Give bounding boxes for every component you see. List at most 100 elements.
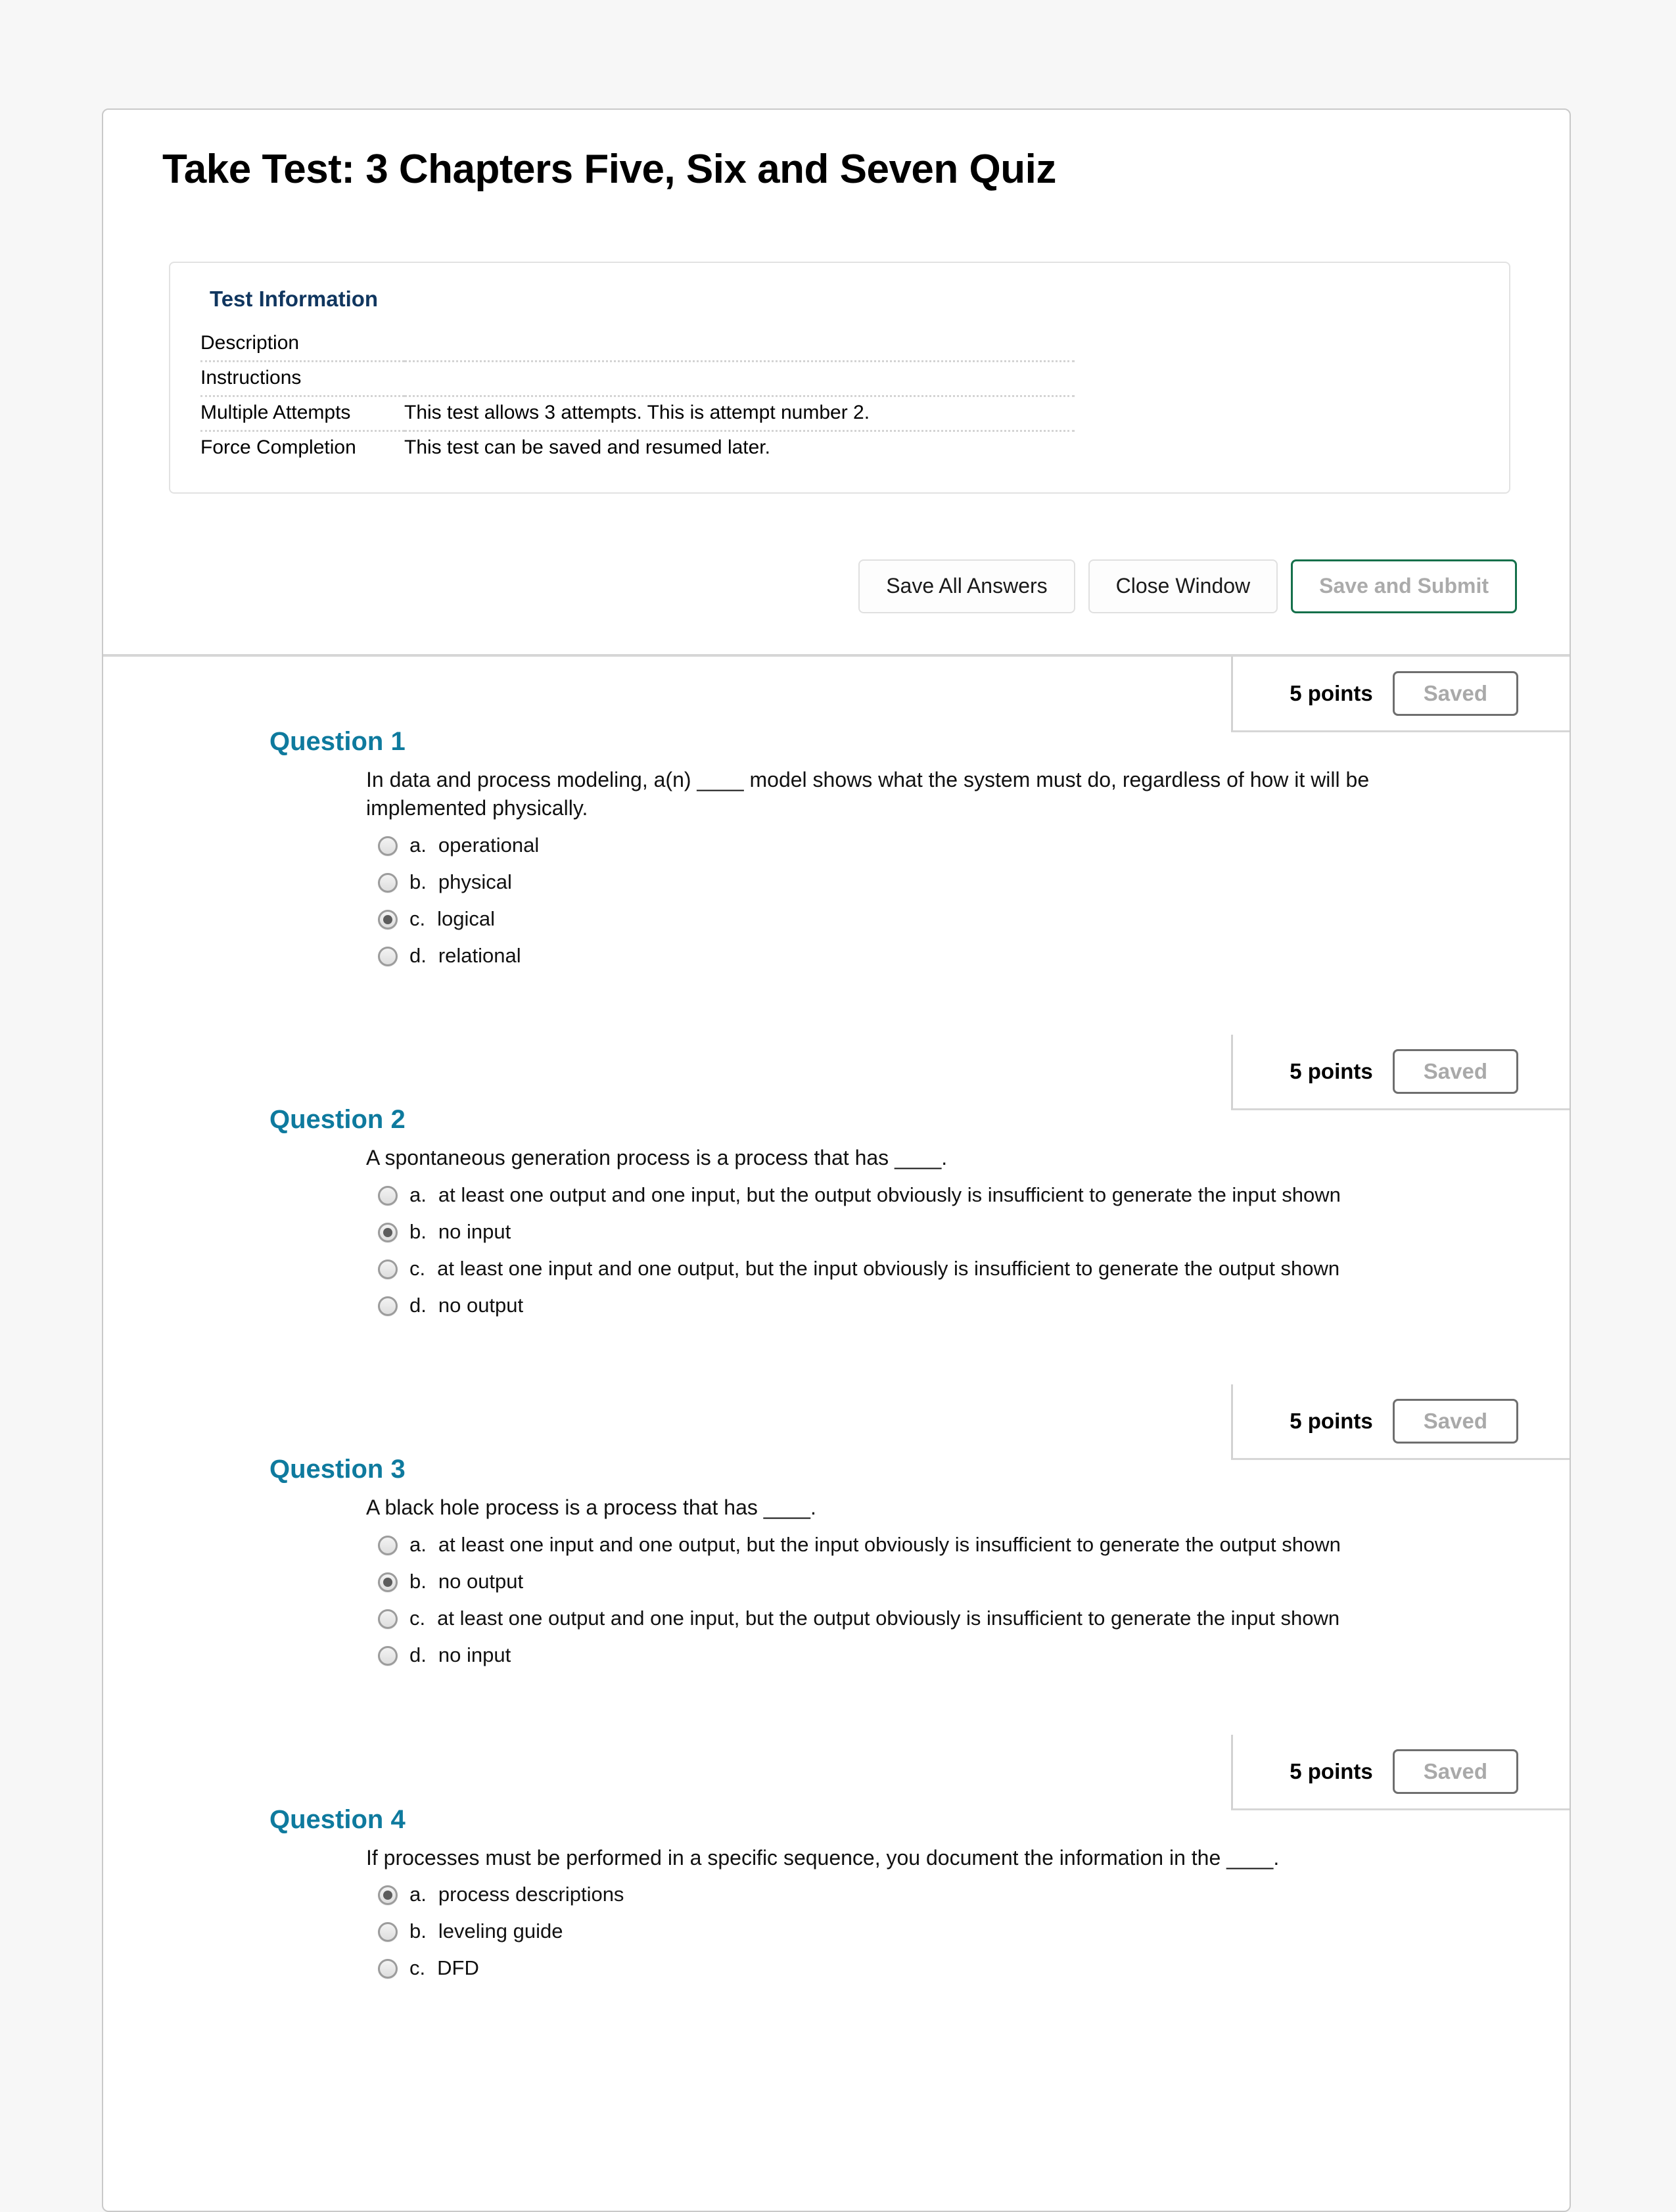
question-option[interactable]: b. physical xyxy=(366,864,1491,901)
radio-unselected-icon[interactable] xyxy=(378,947,398,967)
option-text: no output xyxy=(438,1294,524,1317)
radio-selected-icon[interactable] xyxy=(378,1222,398,1242)
option-letter: c. xyxy=(409,1956,426,1980)
test-information-row: Description xyxy=(200,327,1075,362)
question-block: 5 points Saved Question 4 If processes must… xyxy=(103,1734,1570,2013)
option-letter: d. xyxy=(409,1294,427,1317)
question-option[interactable]: b. leveling guide xyxy=(366,1913,1491,1950)
question-text: A black hole process is a process that h… xyxy=(366,1495,816,1520)
question-option[interactable]: a. at least one input and one output, but… xyxy=(366,1526,1491,1563)
option-letter: b. xyxy=(409,870,427,893)
option-text: at least one output and one input, but t… xyxy=(438,1183,1341,1206)
option-text: at least one input and one output, but t… xyxy=(437,1257,1340,1281)
question-option[interactable]: c. at least one input and one output, but… xyxy=(366,1250,1491,1287)
question-option[interactable]: c. at least one output and one input, but… xyxy=(366,1600,1491,1637)
test-page-card: Take Test: 3 Chapters Five, Six and Seve… xyxy=(102,108,1571,2212)
radio-unselected-icon[interactable] xyxy=(378,872,398,893)
radio-unselected-icon[interactable] xyxy=(378,1296,398,1317)
question-points-panel: 5 points Saved xyxy=(1231,1035,1570,1111)
question-points-bar: 5 points Saved xyxy=(103,1035,1570,1111)
question-option[interactable]: d. relational xyxy=(366,937,1491,974)
test-information-value xyxy=(404,361,1075,397)
question-points-label: 5 points xyxy=(1290,1409,1373,1434)
option-text: leveling guide xyxy=(438,1919,563,1943)
radio-unselected-icon[interactable] xyxy=(378,1259,398,1280)
radio-selected-icon[interactable] xyxy=(378,1885,398,1906)
question-body: Question 2 A spontaneous generation proce… xyxy=(103,1101,1570,1384)
question-options: a. at least one output and one input, but… xyxy=(103,1177,1570,1325)
option-text: operational xyxy=(438,833,540,857)
question-points-label: 5 points xyxy=(1290,1059,1373,1084)
question-spacer xyxy=(103,1674,1570,1735)
test-action-buttons: Save All Answers Close Window Save and S… xyxy=(103,494,1570,654)
test-information-table: Description Instructions Multiple Attempts… xyxy=(200,327,1075,465)
test-information-row: Force Completion This test can be saved a… xyxy=(200,431,1075,465)
question-option[interactable]: d. no output xyxy=(366,1287,1491,1324)
radio-unselected-icon[interactable] xyxy=(378,1646,398,1666)
question-block: 5 points Saved Question 1 In data and proce… xyxy=(103,656,1570,1035)
test-information-row: Multiple Attempts This test allows 3 atte… xyxy=(200,396,1075,432)
close-window-button[interactable]: Close Window xyxy=(1088,559,1278,613)
option-letter: b. xyxy=(409,1570,427,1593)
option-text: at least one output and one input, but t… xyxy=(437,1607,1340,1630)
question-saved-badge[interactable]: Saved xyxy=(1392,1049,1518,1094)
questions-list: 5 points Saved Question 1 In data and proce… xyxy=(103,656,1570,2013)
test-information-heading: Test Information xyxy=(210,287,379,311)
option-letter: a. xyxy=(409,833,427,857)
question-saved-badge[interactable]: Saved xyxy=(1392,1749,1518,1794)
question-option[interactable]: c. logical xyxy=(366,901,1491,937)
radio-unselected-icon[interactable] xyxy=(378,1922,398,1942)
question-option[interactable]: d. no input xyxy=(366,1637,1491,1674)
question-points-panel: 5 points Saved xyxy=(1231,1384,1570,1461)
test-information-label: Force Completion xyxy=(200,436,356,458)
question-heading: Question 1 xyxy=(269,726,406,756)
radio-unselected-icon[interactable] xyxy=(378,1535,398,1555)
option-letter: d. xyxy=(409,1643,427,1667)
option-letter: b. xyxy=(409,1919,427,1943)
save-and-submit-button[interactable]: Save and Submit xyxy=(1291,559,1517,613)
question-heading: Question 3 xyxy=(269,1455,406,1484)
radio-unselected-icon[interactable] xyxy=(378,1185,398,1206)
question-body: Question 3 A black hole process is a proc… xyxy=(103,1451,1570,1734)
option-text: logical xyxy=(437,906,496,930)
test-information-label: Description xyxy=(200,327,404,362)
question-heading: Question 2 xyxy=(269,1105,406,1135)
page-title: Take Test: 3 Chapters Five, Six and Seve… xyxy=(162,147,1056,192)
radio-selected-icon[interactable] xyxy=(378,1572,398,1593)
radio-unselected-icon[interactable] xyxy=(378,1959,398,1979)
question-points-bar: 5 points Saved xyxy=(103,656,1570,732)
question-options: a. at least one input and one output, but… xyxy=(103,1526,1570,1674)
question-spacer xyxy=(103,1987,1570,2013)
question-option[interactable]: a. process descriptions xyxy=(366,1876,1491,1913)
question-option[interactable]: a. at least one output and one input, but… xyxy=(366,1177,1491,1213)
option-letter: c. xyxy=(409,1607,426,1630)
question-spacer xyxy=(103,974,1570,1035)
radio-unselected-icon[interactable] xyxy=(378,835,398,856)
option-text: at least one input and one output, but t… xyxy=(438,1532,1341,1556)
question-points-label: 5 points xyxy=(1290,680,1373,705)
save-all-answers-button[interactable]: Save All Answers xyxy=(858,559,1075,613)
test-intro-section: Take Test: 3 Chapters Five, Six and Seve… xyxy=(103,110,1570,654)
test-information-label: Multiple Attempts xyxy=(200,396,404,432)
question-body: Question 4 If processes must be performed… xyxy=(103,1801,1570,2013)
option-text: relational xyxy=(438,944,521,968)
test-information-box: Test Information Description Instructions… xyxy=(169,262,1510,494)
question-body: Question 1 In data and process modeling, … xyxy=(103,723,1570,1035)
question-saved-badge[interactable]: Saved xyxy=(1392,1399,1518,1444)
question-options: a. operational b. physical c. logical d. relati… xyxy=(103,827,1570,975)
question-spacer xyxy=(103,1324,1570,1384)
question-option[interactable]: a. operational xyxy=(366,827,1491,864)
question-heading: Question 4 xyxy=(269,1804,406,1834)
option-letter: a. xyxy=(409,1183,427,1206)
question-option[interactable]: b. no output xyxy=(366,1563,1491,1600)
test-information-row: Instructions xyxy=(200,361,1075,397)
option-letter: c. xyxy=(409,906,426,930)
radio-unselected-icon[interactable] xyxy=(378,1609,398,1630)
radio-selected-icon[interactable] xyxy=(378,909,398,930)
question-option[interactable]: b. no input xyxy=(366,1213,1491,1250)
question-saved-badge[interactable]: Saved xyxy=(1392,671,1518,716)
question-points-panel: 5 points Saved xyxy=(1231,656,1570,732)
option-letter: a. xyxy=(409,1532,427,1556)
question-points-panel: 5 points Saved xyxy=(1231,1734,1570,1810)
question-option[interactable]: c. DFD xyxy=(366,1950,1491,1987)
